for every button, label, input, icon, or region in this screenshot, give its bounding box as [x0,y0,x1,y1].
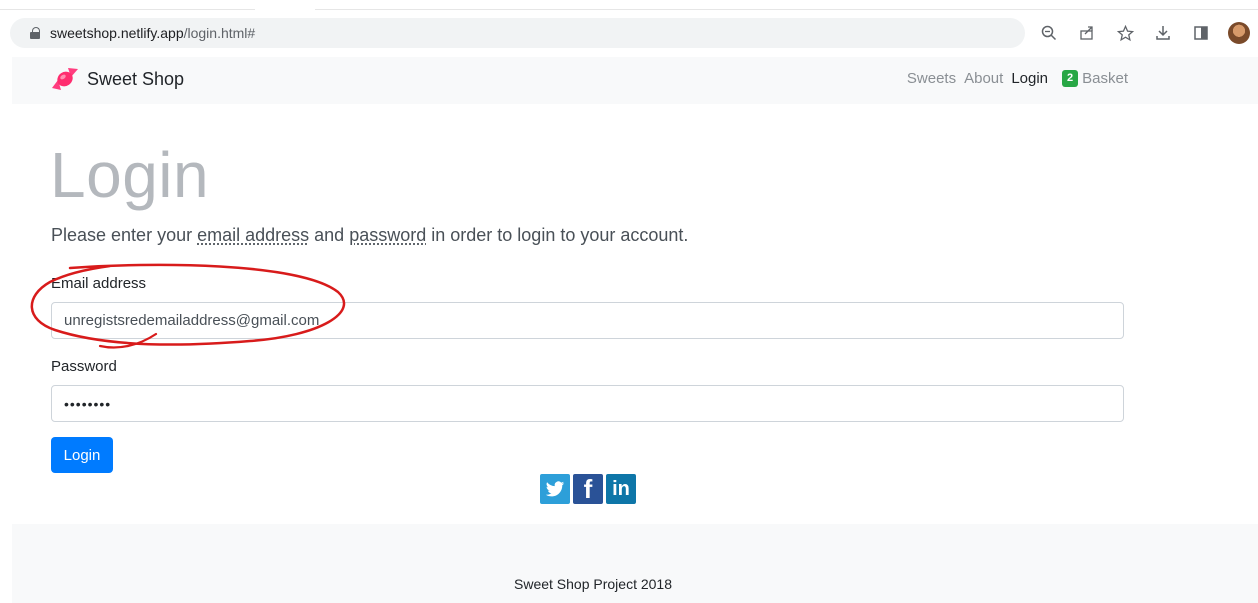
sidepanel-icon[interactable] [1182,18,1220,48]
login-instructions: Please enter your email address and pass… [51,225,688,246]
social-links: f in [540,474,636,504]
avatar [1228,22,1250,44]
password-label: Password [51,358,117,375]
nav-link-basket[interactable]: Basket [1082,70,1128,87]
active-tab[interactable] [255,0,315,10]
download-icon[interactable] [1144,18,1182,48]
lock-icon[interactable] [30,27,40,39]
password-abbr: password [349,225,427,245]
address-bar[interactable]: sweetshop.netlify.app/login.html# [10,18,1025,48]
profile-button[interactable] [1220,18,1258,48]
url-host: sweetshop.netlify.app [50,25,184,41]
password-field[interactable]: •••••••• [51,385,1124,422]
email-label: Email address [51,275,147,292]
tab-strip [0,0,1258,10]
lead-suffix: in order to login to your account. [426,225,689,245]
login-button[interactable]: Login [51,437,113,473]
nav-link-sweets[interactable]: Sweets [907,70,956,87]
browser-toolbar: sweetshop.netlify.app/login.html# [0,0,1258,57]
brand-name: Sweet Shop [87,68,185,89]
footer: Sweet Shop Project 2018 [12,524,1258,603]
star-icon[interactable] [1106,18,1144,48]
facebook-icon[interactable]: f [573,474,603,504]
zoom-icon[interactable] [1030,18,1068,48]
candy-logo-icon [52,68,78,90]
footer-text: Sweet Shop Project 2018 [514,576,672,592]
lead-prefix: Please enter your [51,225,198,245]
twitter-icon[interactable] [540,474,570,504]
site-navbar: Sweet Shop Sweets About Login 2 Basket [12,57,1258,104]
email-field[interactable]: unregistsredemailaddress@gmail.com [51,302,1124,339]
email-abbr: email address [197,225,310,245]
browser-actions [1030,18,1258,48]
page-title: Login [50,139,210,211]
linkedin-icon[interactable]: in [606,474,636,504]
lead-and: and [309,225,350,245]
brand[interactable]: Sweet Shop [50,66,184,92]
nav-links: Sweets About Login 2 Basket [899,70,1128,87]
share-icon[interactable] [1068,18,1106,48]
nav-link-login[interactable]: Login [1011,70,1048,87]
nav-link-about[interactable]: About [964,70,1003,87]
basket-count-badge: 2 [1062,70,1079,87]
url-path: /login.html# [183,25,256,41]
